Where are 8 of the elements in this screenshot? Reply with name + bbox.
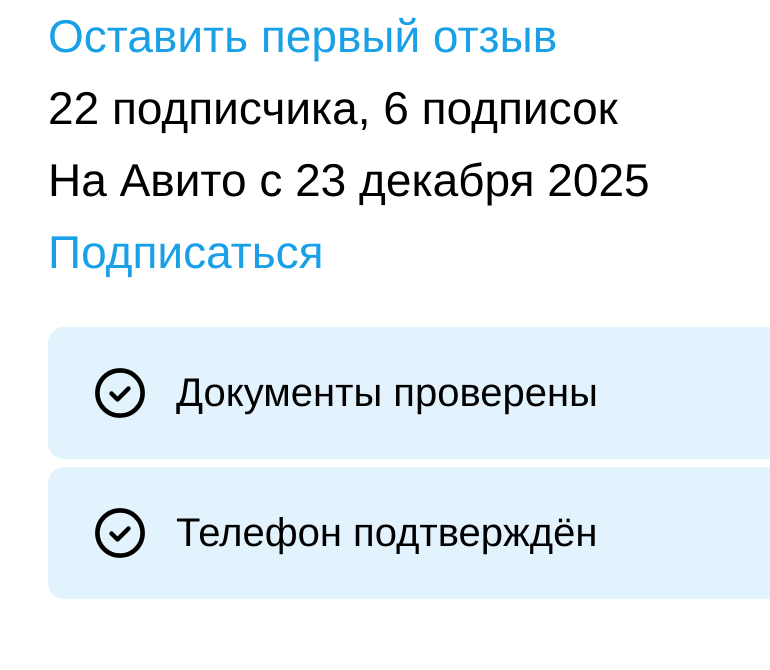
verification-label: Телефон подтверждён <box>176 510 598 557</box>
member-since-text: На Авито с 23 декабря 2025 <box>48 153 650 208</box>
check-circle-icon <box>95 508 145 558</box>
check-circle-icon <box>95 368 145 418</box>
subscribe-link[interactable]: Подписаться <box>48 224 324 280</box>
leave-review-link[interactable]: Оставить первый отзыв <box>48 8 558 64</box>
verification-label: Документы проверены <box>176 370 598 417</box>
followers-count: 22 подписчика, 6 подписок <box>48 81 618 136</box>
